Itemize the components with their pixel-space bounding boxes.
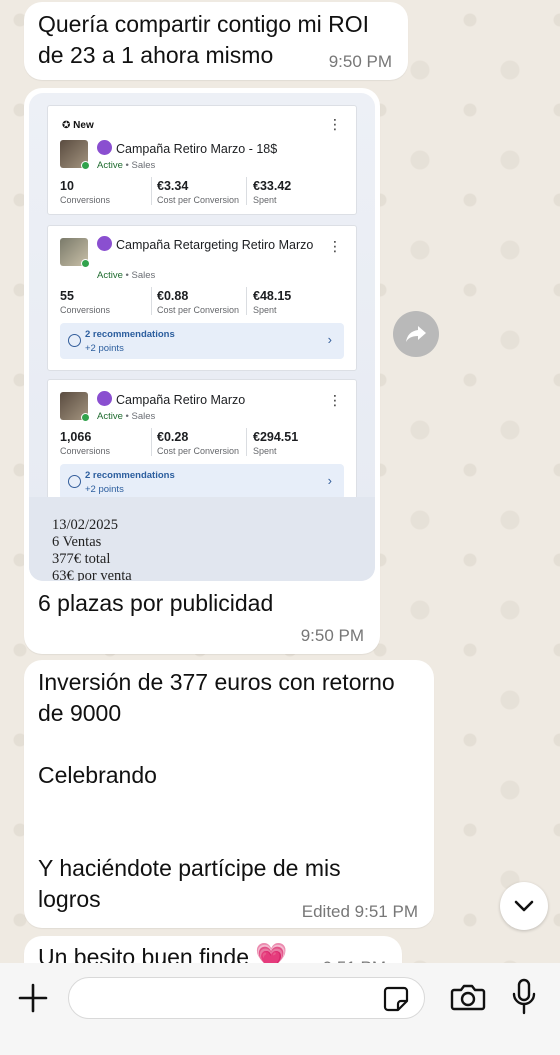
message-input[interactable]: [83, 978, 383, 1018]
attach-button[interactable]: [14, 979, 52, 1017]
conversions-value: 1,066: [60, 430, 92, 444]
cpc-label: Cost per Conversion: [157, 195, 240, 205]
chevron-right-icon: ›: [327, 473, 332, 488]
sticker-icon[interactable]: [382, 985, 410, 1018]
campaign-name: Campaña Retiro Marzo - 18$: [97, 140, 327, 158]
recommendation-icon: [68, 475, 81, 488]
more-options-icon: ⋮: [328, 392, 342, 408]
recommendations-title: 2 recommendations: [85, 329, 175, 340]
cpc-label: Cost per Conversion: [157, 305, 240, 315]
forward-button[interactable]: [393, 311, 439, 357]
cpc-value: €0.88: [157, 289, 189, 303]
message-text: Inversión de 377 euros con retorno de 90…: [38, 669, 395, 912]
microphone-icon: [512, 978, 536, 1015]
divider: [151, 287, 152, 315]
spent-label: Spent: [253, 446, 277, 456]
chevron-down-icon: [514, 900, 534, 912]
message-bubble[interactable]: Quería compartir contigo mi ROI de 23 a …: [24, 2, 408, 80]
handwritten-caption: 13/02/2025 6 Ventas 377€ total 63€ por v…: [52, 517, 132, 581]
message-time: 9:50 PM: [328, 52, 392, 71]
cpc-label: Cost per Conversion: [157, 446, 240, 456]
active-dot-icon: [81, 161, 90, 170]
new-icon: ✪: [62, 120, 71, 131]
active-dot-icon: [81, 259, 90, 268]
divider: [151, 428, 152, 456]
conversions-label: Conversions: [60, 195, 111, 205]
recommendations-title: 2 recommendations: [85, 470, 175, 481]
purple-circle-icon: [97, 236, 112, 251]
active-dot-icon: [81, 413, 90, 422]
message-text: 6 plazas por publicidad: [38, 590, 274, 616]
forward-icon: [406, 326, 426, 342]
conversions-label: Conversions: [60, 305, 111, 315]
spent-label: Spent: [253, 195, 277, 205]
campaign-card: ⋮ Campaña Retiro Marzo Active • Sales 1,…: [47, 379, 357, 509]
plus-icon: [18, 983, 48, 1013]
divider: [246, 428, 247, 456]
campaign-status: Active • Sales: [97, 411, 156, 422]
conversions-value: 55: [60, 289, 74, 303]
scroll-to-bottom-button[interactable]: [500, 882, 548, 930]
camera-icon: [450, 984, 486, 1011]
spent-value: €33.42: [253, 179, 292, 193]
conversions-label: Conversions: [60, 446, 111, 456]
more-options-icon: ⋮: [328, 238, 342, 254]
campaign-card: ⋮ Campaña Retargeting Retiro Marzo Activ…: [47, 225, 357, 371]
purple-circle-icon: [97, 140, 112, 155]
campaign-status: Active • Sales: [97, 160, 156, 171]
camera-button[interactable]: [448, 977, 488, 1017]
spent-value: €48.15: [253, 289, 292, 303]
message-bubble[interactable]: Inversión de 377 euros con retorno de 90…: [24, 660, 434, 928]
purple-circle-icon: [97, 391, 112, 406]
divider: [246, 287, 247, 315]
recommendations-row: 2 recommendations +2 points ›: [60, 464, 344, 500]
campaign-name: Campaña Retargeting Retiro Marzo: [97, 236, 327, 254]
cpc-value: €3.34: [157, 179, 189, 193]
message-time: Edited 9:51 PM: [301, 902, 418, 921]
message-time: 9:50 PM: [300, 626, 364, 645]
campaign-name: Campaña Retiro Marzo: [97, 391, 327, 409]
chevron-right-icon: ›: [327, 332, 332, 347]
recommendations-points: +2 points: [85, 484, 124, 495]
shared-screenshot-image[interactable]: ✪ New ⋮ Campaña Retiro Marzo - 18$ Activ…: [29, 93, 375, 581]
message-input-container[interactable]: [68, 977, 425, 1019]
image-message-bubble[interactable]: ✪ New ⋮ Campaña Retiro Marzo - 18$ Activ…: [24, 88, 380, 654]
microphone-button[interactable]: [506, 975, 542, 1019]
cpc-value: €0.28: [157, 430, 189, 444]
recommendations-points: +2 points: [85, 343, 124, 354]
spent-value: €294.51: [253, 430, 299, 444]
composer-bar: [0, 963, 560, 1055]
campaign-status: Active • Sales: [97, 270, 156, 281]
conversions-value: 10: [60, 179, 74, 193]
new-badge: ✪ New: [62, 120, 94, 131]
more-options-icon: ⋮: [328, 116, 342, 132]
spent-label: Spent: [253, 305, 277, 315]
divider: [246, 177, 247, 205]
image-caption-area: 13/02/2025 6 Ventas 377€ total 63€ por v…: [29, 497, 375, 581]
recommendation-icon: [68, 334, 81, 347]
recommendations-row: 2 recommendations +2 points ›: [60, 323, 344, 359]
campaign-card: ✪ New ⋮ Campaña Retiro Marzo - 18$ Activ…: [47, 105, 357, 215]
divider: [151, 177, 152, 205]
